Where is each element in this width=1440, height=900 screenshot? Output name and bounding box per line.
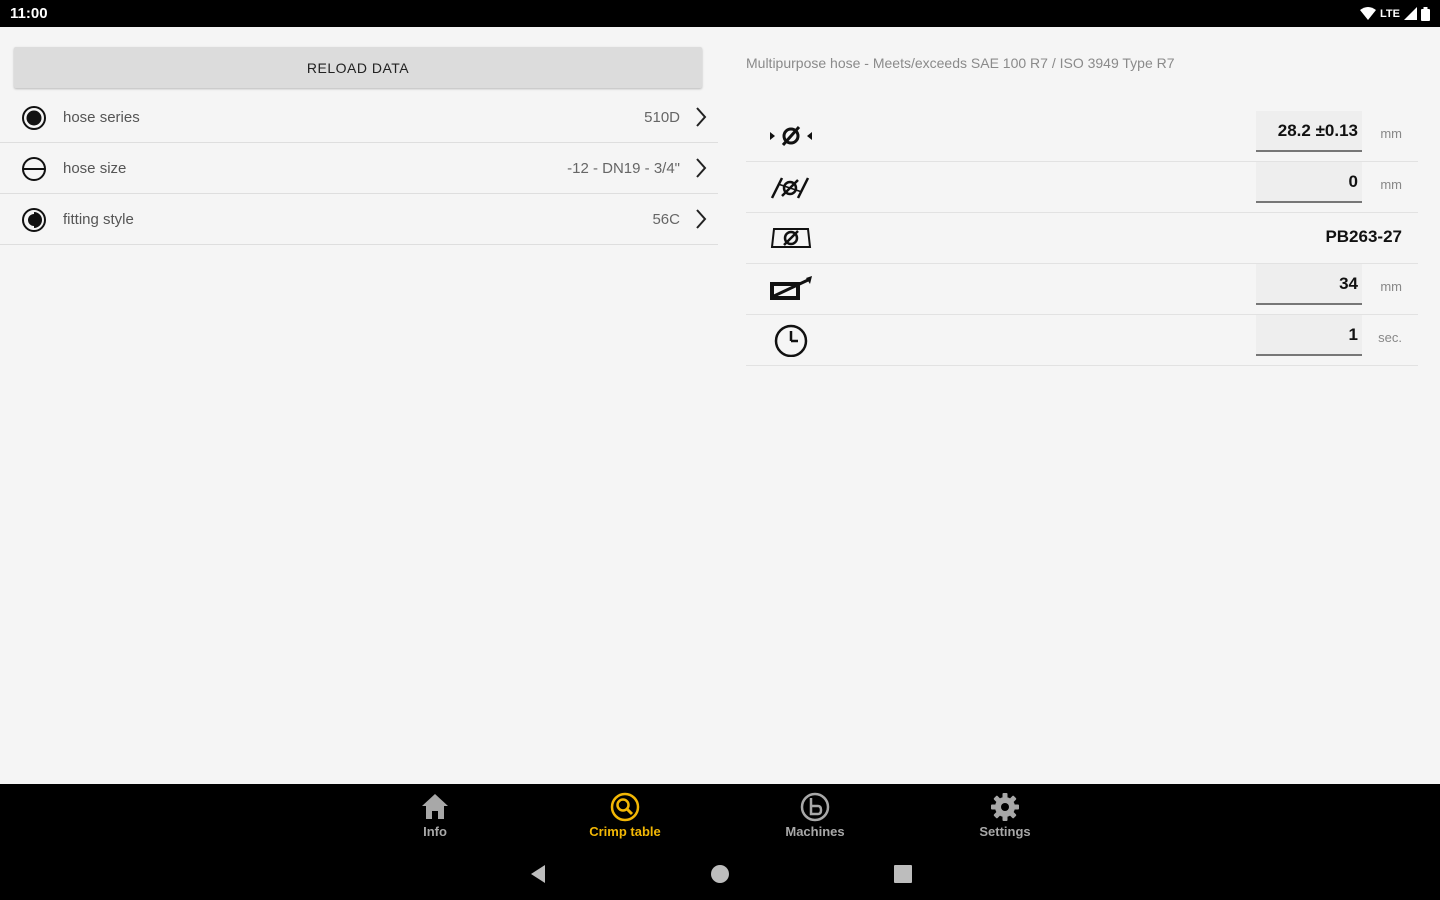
param-row-die-set: PB263-27 xyxy=(746,213,1418,264)
nav-item-info[interactable]: Info xyxy=(380,790,490,844)
crimp-diameter-value: 28.2 ±0.13 xyxy=(1277,120,1358,140)
fitting-style-selector[interactable]: fitting style 56C xyxy=(0,194,718,245)
selector-label: fitting style xyxy=(63,210,134,228)
hose-series-icon xyxy=(22,106,46,130)
nav-item-crimp-table[interactable]: Crimp table xyxy=(570,790,680,844)
crimp-table-icon xyxy=(610,792,640,822)
insertion-depth-value: 34 xyxy=(1339,273,1358,293)
param-row-skive: 0 mm xyxy=(746,162,1418,213)
param-list: 28.2 ±0.13 mm 0 mm PB263-27 34 mm 1 sec. xyxy=(746,111,1418,366)
insertion-depth-field[interactable]: 34 xyxy=(1256,264,1362,305)
timer-icon xyxy=(774,324,808,357)
hose-series-selector[interactable]: hose series 510D xyxy=(0,92,718,143)
skive-value: 0 xyxy=(1348,171,1358,191)
fitting-style-icon xyxy=(22,208,46,232)
status-bar: 11:00 LTE xyxy=(0,0,1440,27)
network-type: LTE xyxy=(1380,7,1400,20)
selector-value: 56C xyxy=(652,210,680,228)
hose-size-selector[interactable]: hose size -12 - DN19 - 3/4" xyxy=(0,143,718,194)
timer-unit: sec. xyxy=(1378,330,1402,345)
recents-icon[interactable] xyxy=(891,862,915,886)
nav-label-crimp-table: Crimp table xyxy=(589,824,661,839)
nav-item-settings[interactable]: Settings xyxy=(950,790,1060,844)
gear-icon xyxy=(991,793,1019,821)
nav-item-machines[interactable]: Machines xyxy=(760,790,870,844)
die-set-value: PB263-27 xyxy=(1325,227,1402,246)
home-circle-icon[interactable] xyxy=(708,862,732,886)
skive-unit: mm xyxy=(1380,177,1402,192)
selector-value: -12 - DN19 - 3/4" xyxy=(567,159,680,177)
param-row-insertion-depth: 34 mm xyxy=(746,264,1418,315)
nav-label-machines: Machines xyxy=(785,824,845,839)
chevron-right-icon xyxy=(696,107,707,127)
insertion-depth-unit: mm xyxy=(1380,279,1402,294)
status-icons: LTE xyxy=(1360,6,1430,21)
wifi-icon xyxy=(1360,7,1377,20)
skive-icon xyxy=(770,177,810,199)
selector-label: hose series xyxy=(63,108,140,126)
selector-value: 510D xyxy=(644,108,680,126)
status-time: 11:00 xyxy=(10,5,48,22)
crimp-diameter-field[interactable]: 28.2 ±0.13 xyxy=(1256,111,1362,152)
die-set-icon xyxy=(770,228,812,248)
selector-list: hose series 510D hose size -12 - DN19 - … xyxy=(0,92,718,245)
crimp-diameter-unit: mm xyxy=(1380,126,1402,141)
selector-label: hose size xyxy=(63,159,127,177)
param-row-crimp-diameter: 28.2 ±0.13 mm xyxy=(746,111,1418,162)
reload-data-button[interactable]: RELOAD DATA xyxy=(14,47,702,88)
back-icon[interactable] xyxy=(527,862,551,886)
insertion-depth-icon xyxy=(770,276,812,300)
nav-label-settings: Settings xyxy=(979,824,1031,839)
home-icon xyxy=(422,794,448,819)
hose-size-icon xyxy=(22,157,46,181)
bottom-nav: Info Crimp table Machines Settings xyxy=(0,784,1440,848)
system-nav-bar xyxy=(0,848,1440,900)
hose-description: Multipurpose hose - Meets/exceeds SAE 10… xyxy=(746,55,1175,71)
machines-icon xyxy=(800,792,830,822)
crimp-diameter-icon xyxy=(770,126,812,146)
chevron-right-icon xyxy=(696,209,707,229)
chevron-right-icon xyxy=(696,158,707,178)
cell-signal-icon xyxy=(1404,7,1417,20)
param-row-timer: 1 sec. xyxy=(746,315,1418,366)
timer-value: 1 xyxy=(1348,324,1358,344)
battery-icon xyxy=(1421,6,1430,21)
nav-label-info: Info xyxy=(423,824,447,839)
timer-field[interactable]: 1 xyxy=(1256,315,1362,356)
skive-field[interactable]: 0 xyxy=(1256,162,1362,203)
